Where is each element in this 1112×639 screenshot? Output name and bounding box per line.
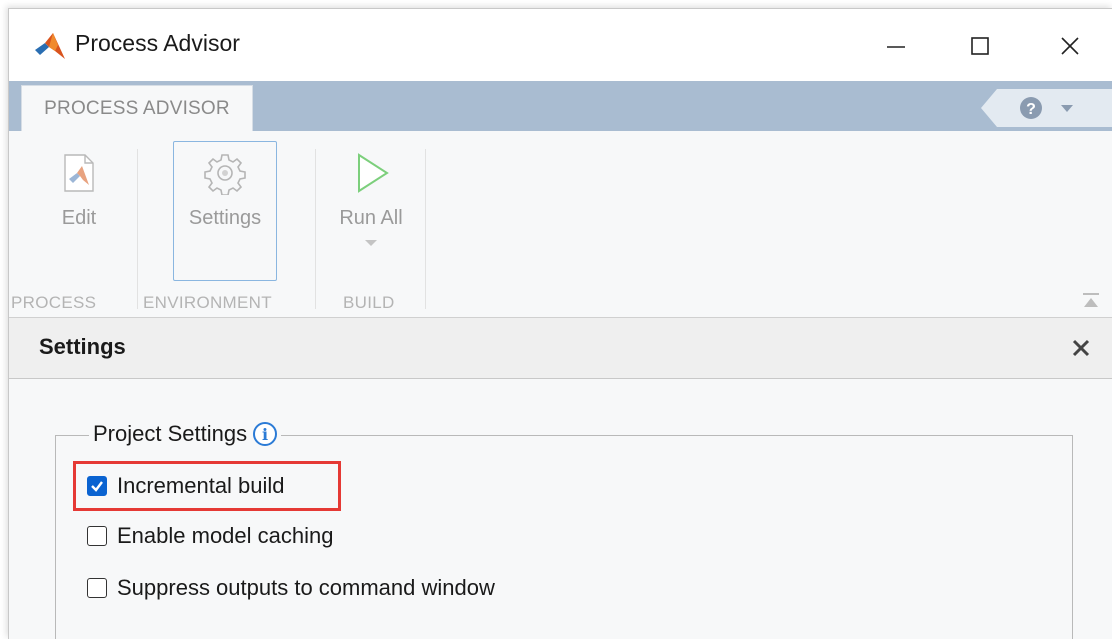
group-divider <box>425 149 426 309</box>
highlight-box <box>73 461 341 511</box>
matlab-logo-icon <box>35 33 65 59</box>
play-icon <box>358 153 389 193</box>
edit-label: Edit <box>61 207 97 229</box>
window-title: Process Advisor <box>75 30 240 56</box>
close-window-button[interactable] <box>1045 21 1095 71</box>
toolstrip-ribbon: Edit Settings Run All PROCESS ENVIRONMEN… <box>9 131 1112 318</box>
settings-panel-body: Project Settings i Incremental build Ena… <box>9 379 1112 639</box>
minimize-icon <box>887 46 905 48</box>
project-settings-label: Project Settings <box>93 421 248 446</box>
group-label-environment: ENVIRONMENT <box>143 293 272 312</box>
project-settings-legend: Project Settings i <box>89 421 282 447</box>
app-window: Process Advisor PROCESS ADVISOR ? Edit S… <box>8 8 1112 639</box>
toolstrip-tabbar: PROCESS ADVISOR ? <box>9 81 1112 131</box>
group-label-process: PROCESS <box>11 293 97 312</box>
model-caching-option[interactable]: Enable model caching <box>87 523 333 549</box>
group-divider <box>137 149 138 309</box>
title-bar: Process Advisor <box>9 9 1112 81</box>
run-all-button[interactable]: Run All <box>327 151 415 248</box>
group-divider <box>315 149 316 309</box>
suppress-outputs-label: Suppress outputs to command window <box>117 575 495 600</box>
run-all-label: Run All <box>339 207 403 229</box>
edit-button[interactable]: Edit <box>39 151 119 230</box>
collapse-ribbon-icon[interactable] <box>1081 291 1101 311</box>
close-icon <box>1072 339 1090 357</box>
model-caching-checkbox[interactable] <box>87 526 107 546</box>
group-label-build: BUILD <box>343 293 395 312</box>
close-icon <box>1061 37 1079 55</box>
settings-button-content[interactable]: Settings <box>173 151 277 230</box>
model-caching-label: Enable model caching <box>117 523 334 548</box>
panel-title: Settings <box>39 334 126 359</box>
gear-icon <box>204 154 246 195</box>
edit-icon <box>64 154 94 192</box>
settings-panel-header: Settings <box>9 318 1112 379</box>
chevron-down-icon[interactable] <box>364 238 378 248</box>
help-icon: ? <box>1026 101 1036 118</box>
suppress-outputs-option[interactable]: Suppress outputs to command window <box>87 575 495 601</box>
tab-process-advisor[interactable]: PROCESS ADVISOR <box>21 85 253 131</box>
help-button[interactable]: ? <box>981 89 1112 127</box>
maximize-button[interactable] <box>955 21 1005 71</box>
panel-close-button[interactable] <box>1065 332 1097 364</box>
settings-label: Settings <box>188 207 262 229</box>
suppress-outputs-checkbox[interactable] <box>87 578 107 598</box>
minimize-button[interactable] <box>871 21 921 71</box>
maximize-icon <box>971 37 989 55</box>
info-icon[interactable]: i <box>253 422 278 446</box>
